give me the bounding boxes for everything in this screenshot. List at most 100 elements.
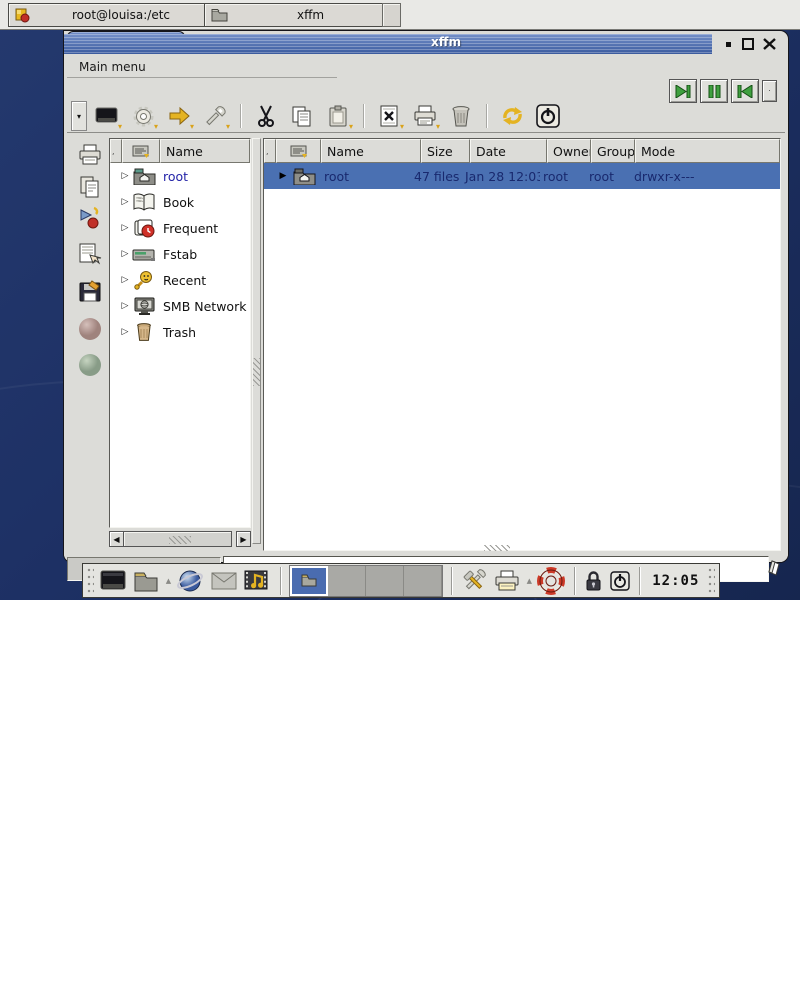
file-row-selected[interactable]: ▶ root 47 files Jan 28 12:03 root root d… [264,163,780,189]
go-arrow-icon[interactable]: ▾ [163,102,195,131]
fstab-drive-icon [132,246,156,263]
wrench-icon[interactable]: ▾ [199,102,231,131]
column-header-group[interactable]: Group [591,139,635,163]
tree-row-label: Book [163,195,194,210]
differ-icon[interactable] [77,206,103,232]
browser-globe-icon[interactable] [176,566,205,596]
column-header-date[interactable]: Date [470,139,547,163]
column-header-name[interactable]: Name [321,139,421,163]
file-owner: root [540,169,584,184]
expander-icon[interactable]: ▷ [118,171,132,181]
top-taskbar: root@louisa:/etc xffm [0,0,800,30]
column-header-mode[interactable]: Mode [635,139,780,163]
scroll-right-button[interactable]: ▶ [236,531,251,547]
expander-icon[interactable]: ▷ [118,197,132,207]
tree-corner-header[interactable]: , [110,139,122,163]
multimedia-icon[interactable] [243,566,272,596]
file-manager-icon[interactable] [132,566,161,596]
tree-row-label: Fstab [163,247,197,262]
paste-icon[interactable]: ▾ [322,102,354,131]
more-button[interactable]: · [762,80,777,102]
taskbar-end-button[interactable] [382,3,401,27]
print-icon[interactable] [77,142,103,168]
maximize-button[interactable] [742,38,754,50]
task-button-xffm[interactable]: xffm [204,3,394,27]
tree-row[interactable]: ▷ Book [110,189,250,215]
list-icon-column-header[interactable] [276,139,321,163]
tools-icon[interactable] [460,566,489,596]
scroll-left-button[interactable]: ◀ [109,531,124,547]
main-menu-item[interactable]: Main menu [79,60,146,74]
select-icon[interactable] [77,242,103,268]
task-button-label: root@louisa:/etc [37,8,205,22]
expander-icon[interactable]: ▶ [276,171,290,181]
scrollbar-thumb[interactable] [124,531,232,547]
menubar: Main menu [67,57,337,78]
tree-horizontal-scrollbar: ◀ ▶ [109,531,251,547]
column-header-owner[interactable]: Owner [547,139,591,163]
dropdown-arrow-icon: ▾ [436,123,440,131]
list-corner-header[interactable]: , [264,139,276,163]
copy-icon[interactable] [77,174,103,200]
trash-icon[interactable] [445,102,477,131]
expander-icon[interactable]: ▷ [118,275,132,285]
bottom-panel: ▲ ▲ 12:05 [82,563,720,598]
tree-row-label: Frequent [163,221,218,236]
panel-splitter[interactable] [252,138,261,544]
dropdown-arrow-icon: ▾ [400,123,404,131]
eraser-icon[interactable] [767,559,783,577]
dropdown-arrow-icon: ▾ [190,123,194,131]
panel-handle[interactable] [87,567,94,595]
pager-desktop-1[interactable] [290,566,328,596]
refresh-icon[interactable] [496,102,528,131]
red-sphere-icon[interactable] [77,316,103,342]
toolbar-dropdown-button[interactable]: ▾ [71,101,87,131]
power-icon[interactable] [532,102,564,131]
pager-desktop-3[interactable] [366,566,404,596]
minimize-button[interactable] [725,40,733,48]
expander-icon[interactable]: ▷ [118,327,132,337]
book-icon [132,193,156,212]
power-icon[interactable] [608,566,631,596]
panel-separator [574,567,575,595]
tree-row[interactable]: ▷ Frequent [110,215,250,241]
copy-icon[interactable] [286,102,318,131]
file-group: root [584,169,628,184]
window-body: Main menu · ▾ ▾ ▾ ▾ ▾ ▾ ▾ [64,54,788,562]
tree-row-label: SMB Network [163,299,246,314]
tree-row[interactable]: ▷ SMB Network [110,293,250,319]
panel-handle[interactable] [708,567,715,595]
settings-gear-icon[interactable]: ▾ [127,102,159,131]
terminal-icon[interactable] [99,566,128,596]
task-button-terminal[interactable]: root@louisa:/etc [8,3,212,27]
terminal-icon[interactable]: ▾ [91,102,123,131]
screen: root@louisa:/etc xffm xffm Main menu [0,0,800,600]
column-header-size[interactable]: Size [421,139,470,163]
print-icon[interactable]: ▾ [409,102,441,131]
up-arrow-icon[interactable]: ▲ [166,577,171,585]
expander-icon[interactable]: ▷ [118,301,132,311]
tree-row[interactable]: ▷ Trash [110,319,250,345]
print-icon[interactable] [493,566,522,596]
tree-row[interactable]: ▷ root [110,163,250,189]
tree-icon-column-header[interactable] [122,139,160,163]
pager-desktop-4[interactable] [404,566,442,596]
save-icon[interactable] [77,278,103,304]
green-sphere-icon[interactable] [77,352,103,378]
bottom-splitter-grip[interactable] [484,545,510,551]
tree-row[interactable]: ▷ Recent [110,267,250,293]
close-icon[interactable] [763,38,776,50]
pager-desktop-2[interactable] [328,566,366,596]
expander-icon[interactable]: ▷ [118,223,132,233]
tree-row[interactable]: ▷ Fstab [110,241,250,267]
desktop-pager [289,565,443,597]
cut-icon[interactable] [250,102,282,131]
help-lifebuoy-icon[interactable] [537,566,566,596]
run-document-icon[interactable]: ▾ [373,102,405,131]
expander-icon[interactable]: ▷ [118,249,132,259]
splitter-grip[interactable] [253,358,260,386]
lock-icon[interactable] [583,566,604,596]
up-arrow-icon[interactable]: ▲ [527,577,532,585]
tree-name-column-header[interactable]: Name [160,139,250,163]
mail-icon[interactable] [210,566,239,596]
